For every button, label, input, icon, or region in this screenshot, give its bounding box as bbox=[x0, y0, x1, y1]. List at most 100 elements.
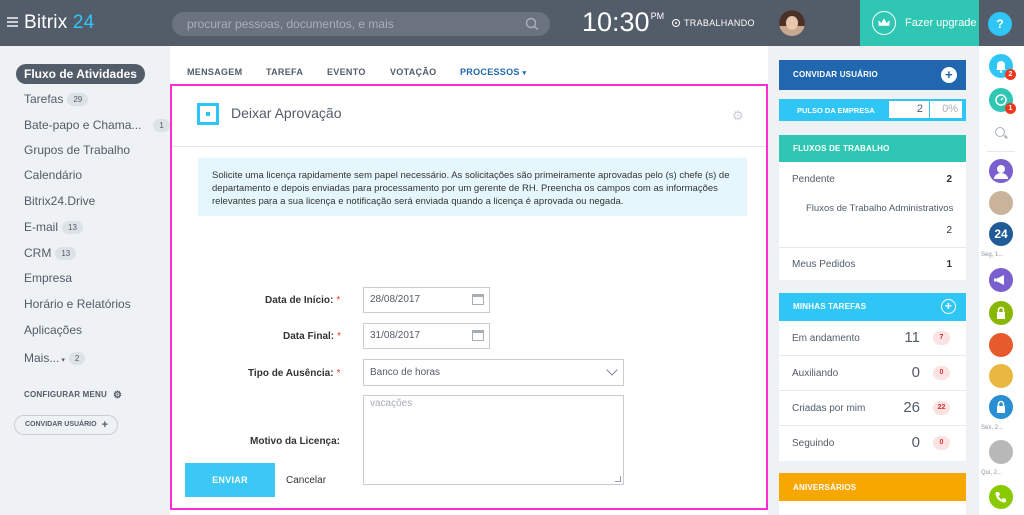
task-row-total: 11 bbox=[904, 329, 920, 346]
my-tasks-header[interactable]: MINHAS TAREFAS + bbox=[779, 293, 966, 321]
sidebar-item-activity-stream[interactable]: Fluxo de Atividades bbox=[16, 64, 145, 84]
sidebar-item-tasks[interactable]: Tarefas 29 bbox=[24, 92, 89, 106]
chat-badge: 1 bbox=[1005, 103, 1016, 114]
sidebar-item-label: Calendário bbox=[24, 168, 83, 182]
lock-icon[interactable] bbox=[989, 395, 1013, 419]
contact-avatar[interactable] bbox=[989, 159, 1013, 183]
process-icon bbox=[197, 103, 219, 125]
task-row-assisting[interactable]: Auxiliando 0 0 bbox=[779, 356, 966, 391]
work-status[interactable]: TRABALHANDO bbox=[672, 18, 755, 28]
menu-burger-icon[interactable] bbox=[7, 17, 18, 27]
user-avatar[interactable] bbox=[779, 10, 805, 36]
sidebar-item-more[interactable]: Mais... ▾ 2 bbox=[24, 351, 86, 365]
form-title: Deixar Aprovação bbox=[231, 105, 342, 121]
bitrix24-chat-icon[interactable]: 24 bbox=[989, 222, 1013, 246]
start-date-input[interactable]: 28/08/2017 bbox=[363, 287, 490, 313]
plus-icon[interactable]: + bbox=[941, 67, 957, 83]
workflows-widget: Pendente 2 Fluxos de Trabalho Administra… bbox=[779, 162, 966, 280]
company-pulse-widget[interactable]: PULSO DA EMPRESA 2 0% bbox=[779, 99, 966, 121]
contact-avatar[interactable] bbox=[989, 191, 1013, 215]
sidebar-item-label: E-mail bbox=[24, 220, 59, 234]
sidebar-item-badge: 2 bbox=[68, 352, 86, 365]
task-row-counter: 22 bbox=[933, 401, 950, 415]
sidebar-item-badge: 13 bbox=[62, 221, 83, 234]
sidebar-item-chat[interactable]: Bate-papo e Chama... 1 bbox=[24, 118, 170, 132]
messenger-bar: 2 1 24 Seg, 1... Sex, 2... Qui, 2... bbox=[979, 46, 1024, 515]
sidebar-item-label: Aplicações bbox=[24, 323, 83, 337]
wf-divider bbox=[779, 247, 966, 248]
task-row-counter: 7 bbox=[933, 331, 950, 345]
sidebar-item-drive[interactable]: Bitrix24.Drive bbox=[24, 194, 95, 208]
plus-icon: + bbox=[101, 419, 108, 431]
search-icon[interactable] bbox=[995, 127, 1005, 137]
task-row-counter: 0 bbox=[933, 366, 950, 380]
sidebar-item-label: Empresa bbox=[24, 271, 73, 285]
wf-admin-label[interactable]: Fluxos de Trabalho Administrativos bbox=[806, 203, 953, 214]
end-date-label-text: Data Final: bbox=[283, 331, 335, 342]
tab-processes[interactable]: PROCESSOS ▾ bbox=[460, 67, 526, 77]
tab-task[interactable]: TAREFA bbox=[266, 67, 303, 77]
clock[interactable]: 10:30PM bbox=[582, 7, 664, 38]
workflows-header[interactable]: FLUXOS DE TRABALHO bbox=[779, 135, 966, 162]
configure-menu-label: CONFIGURAR MENU bbox=[24, 390, 107, 399]
search-bar[interactable]: procurar pessoas, documentos, e mais bbox=[172, 12, 550, 36]
upgrade-button[interactable]: Fazer upgrade bbox=[860, 0, 979, 46]
chat-date-label: Qui, 2... bbox=[981, 470, 1003, 476]
calendar-icon[interactable] bbox=[472, 330, 484, 341]
end-date-input[interactable]: 31/08/2017 bbox=[363, 323, 490, 349]
wf-admin-value: 2 bbox=[946, 225, 952, 236]
invite-user-widget[interactable]: CONVIDAR USUÁRIO + bbox=[779, 60, 966, 90]
chat-date-label: Seg, 1... bbox=[981, 252, 1004, 258]
sidebar-item-email[interactable]: E-mail 13 bbox=[24, 220, 83, 234]
leave-reason-textarea[interactable]: vacações bbox=[363, 395, 624, 485]
settings-gear-icon[interactable]: ⚙ bbox=[732, 108, 744, 124]
task-row-label: Criadas por mim bbox=[792, 403, 866, 414]
my-tasks-title: MINHAS TAREFAS bbox=[793, 302, 867, 311]
leave-reason-value: vacações bbox=[370, 398, 413, 409]
cancel-link[interactable]: Cancelar bbox=[286, 475, 326, 486]
company-pulse-percent: 0% bbox=[930, 101, 962, 118]
group-chat-icon[interactable] bbox=[989, 333, 1013, 357]
sidebar-item-calendar[interactable]: Calendário bbox=[24, 168, 82, 182]
tab-message[interactable]: MENSAGEM bbox=[187, 67, 242, 77]
tab-event[interactable]: EVENTO bbox=[327, 67, 366, 77]
top-bar: Bitrix 24 procurar pessoas, documentos, … bbox=[0, 0, 1024, 46]
sidebar-item-time-reports[interactable]: Horário e Relatórios bbox=[24, 297, 131, 311]
tab-poll[interactable]: VOTAÇÃO bbox=[390, 67, 436, 77]
sidebar-item-crm[interactable]: CRM 13 bbox=[24, 246, 77, 260]
wf-my-requests-value: 1 bbox=[946, 259, 952, 270]
configure-menu-button[interactable]: CONFIGURAR MENU ⚙ bbox=[24, 390, 122, 401]
send-button[interactable]: ENVIAR bbox=[185, 463, 275, 497]
lock-icon[interactable] bbox=[989, 301, 1013, 325]
task-row-label: Em andamento bbox=[792, 333, 860, 344]
sidebar-item-label: Mais... bbox=[24, 351, 60, 365]
company-pulse-value: 2 bbox=[889, 101, 929, 118]
search-icon[interactable] bbox=[524, 16, 540, 32]
wf-pending-label[interactable]: Pendente bbox=[792, 174, 835, 185]
sidebar-item-badge: 29 bbox=[67, 93, 89, 106]
form-divider bbox=[172, 146, 766, 147]
sidebar-item-applications[interactable]: Aplicações bbox=[24, 323, 82, 337]
contact-avatar[interactable] bbox=[989, 364, 1013, 388]
task-row-created-by-me[interactable]: Criadas por mim 26 22 bbox=[779, 391, 966, 426]
megaphone-icon[interactable] bbox=[989, 268, 1013, 292]
sidebar-item-workgroups[interactable]: Grupos de Trabalho bbox=[24, 143, 130, 157]
post-tabs: MENSAGEM TAREFA EVENTO VOTAÇÃO PROCESSOS… bbox=[170, 46, 768, 84]
contact-avatar[interactable] bbox=[989, 440, 1013, 464]
task-row-counter: 0 bbox=[933, 436, 950, 450]
logo[interactable]: Bitrix 24 bbox=[24, 12, 94, 34]
work-status-icon bbox=[672, 19, 680, 27]
plus-icon[interactable]: + bbox=[941, 299, 956, 314]
help-button[interactable]: ? bbox=[988, 12, 1012, 36]
sidebar-item-company[interactable]: Empresa bbox=[24, 271, 72, 285]
birthdays-header[interactable]: ANIVERSÁRIOS bbox=[779, 473, 966, 501]
resize-grip-icon[interactable] bbox=[615, 476, 621, 482]
absence-type-select[interactable]: Banco de horas bbox=[363, 359, 624, 386]
phone-icon[interactable] bbox=[989, 485, 1013, 509]
task-row-following[interactable]: Seguindo 0 0 bbox=[779, 426, 966, 461]
start-date-label: Data de Início: * bbox=[265, 295, 340, 306]
calendar-icon[interactable] bbox=[472, 294, 484, 305]
wf-my-requests-label[interactable]: Meus Pedidos bbox=[792, 259, 855, 270]
task-row-in-progress[interactable]: Em andamento 11 7 bbox=[779, 321, 966, 356]
invite-user-button[interactable]: CONVIDAR USUÁRIO + bbox=[14, 415, 118, 435]
